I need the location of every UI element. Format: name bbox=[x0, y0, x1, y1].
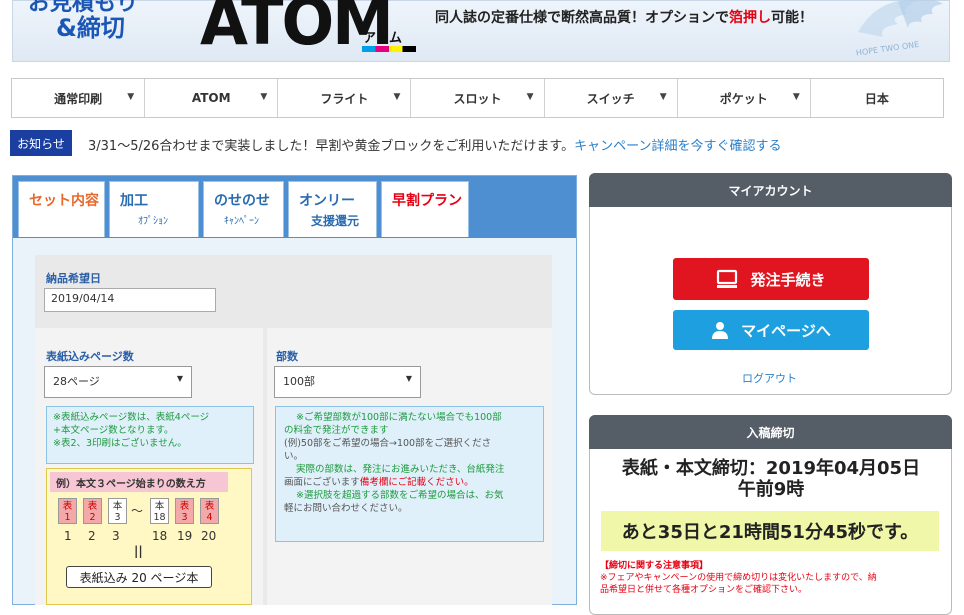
example-page-cover3: 表3 bbox=[175, 498, 194, 524]
chevron-down-icon: ▼ bbox=[405, 374, 412, 383]
example-page-body3: 本3 bbox=[108, 498, 127, 524]
nav-item-label: スロット bbox=[453, 91, 502, 106]
copies-note: ※ご希望部数が100部に満たない場合でも100部 の料金で発注ができます (例)… bbox=[275, 406, 544, 542]
header-tagline: 同人誌の定番仕様で断然高品質！オプションで箔押し可能！ bbox=[435, 10, 813, 26]
logo-line2: &締切 bbox=[56, 14, 125, 42]
deadline-title: 入稿締切 bbox=[589, 415, 952, 449]
pages-select[interactable]: 28ページ ▼ bbox=[44, 366, 192, 398]
account-title: マイアカウント bbox=[589, 173, 952, 207]
copies-label: 部数 bbox=[276, 350, 298, 363]
example-num: 20 bbox=[201, 529, 217, 543]
estimate-logo[interactable]: お見積もり &締切 bbox=[28, 0, 168, 40]
nav-item[interactable]: フライト ▼ bbox=[278, 79, 412, 117]
wing-emblem-icon: HOPE TWO ONE bbox=[855, 0, 943, 58]
tab-nosenose-campaign[interactable]: のせのせ ｷｬﾝﾍﾟｰﾝ bbox=[203, 181, 284, 237]
example-page-cover1: 表1 bbox=[58, 498, 77, 524]
example-num: 19 bbox=[177, 529, 193, 543]
nav-item[interactable]: 通常印刷 ▼ bbox=[12, 79, 146, 117]
nav-item[interactable]: ATOM ▼ bbox=[145, 79, 279, 117]
example-num: 1 bbox=[64, 529, 72, 543]
tab-only-support[interactable]: オンリー 支援還元 bbox=[288, 181, 377, 237]
deadline-note: 【締切に関する注意事項】 ※フェアやキャンペーンの使用で締め切りは変化いたします… bbox=[600, 561, 877, 595]
order-procedure-button[interactable]: 発注手続き bbox=[673, 258, 869, 300]
example-num: 2 bbox=[88, 529, 96, 543]
nav-item[interactable]: 日本 bbox=[811, 79, 943, 117]
example-result-label: 表紙込み 20 ページ本 bbox=[66, 566, 212, 588]
notice-text: 3/31〜5/26合わせまで実装しました！早割や黄金ブロックをご利用いただけます… bbox=[88, 139, 782, 154]
deadline-datetime: 表紙・本文締切：2019年04月05日 午前9時 bbox=[621, 458, 921, 500]
logout-link[interactable]: ログアウト bbox=[742, 370, 797, 386]
delivery-date-input[interactable]: 2019/04/14 bbox=[44, 288, 216, 312]
example-num: 18 bbox=[152, 529, 168, 543]
emblem-text: HOPE TWO ONE bbox=[855, 40, 919, 58]
example-title: 例）本文３ページ始まりの数え方 bbox=[50, 472, 228, 492]
chevron-down-icon: ▼ bbox=[260, 92, 268, 102]
atom-kana: アトム bbox=[363, 31, 403, 46]
pages-note: ※表紙込みページ数は、表紙4ページ +本文ページ数となります。 ※表2、3印刷は… bbox=[46, 406, 254, 464]
chevron-down-icon: ▼ bbox=[176, 374, 183, 383]
example-page-cover4: 表4 bbox=[200, 498, 219, 524]
monitor-icon bbox=[717, 269, 738, 288]
nav-item-label: ポケット bbox=[719, 91, 768, 106]
tab-early-plan[interactable]: 早割プラン bbox=[381, 181, 469, 237]
nav-item-label: スイッチ bbox=[586, 91, 635, 106]
category-nav: 通常印刷 ▼ ATOM ▼ フライト ▼ スロット ▼ スイッチ ▼ ポケット ▼ 日本 bbox=[11, 78, 944, 118]
nav-item-label: 日本 bbox=[864, 91, 889, 106]
nav-item-label: 通常印刷 bbox=[54, 91, 103, 106]
nav-item[interactable]: ポケット ▼ bbox=[678, 79, 811, 117]
pages-label: 表紙込みページ数 bbox=[46, 350, 134, 363]
chevron-down-icon: ▼ bbox=[526, 92, 534, 102]
example-page-cover2: 表2 bbox=[83, 498, 102, 524]
user-icon bbox=[712, 322, 729, 339]
example-page-body18: 本 18 bbox=[150, 498, 169, 524]
tagline-highlight: 箔押し bbox=[729, 10, 771, 26]
campaign-detail-link[interactable]: キャンペーン詳細を今すぐ確認する bbox=[574, 139, 781, 154]
notice-badge: お知らせ bbox=[10, 130, 72, 156]
example-equals: || bbox=[134, 544, 143, 558]
example-tilde: 〜 bbox=[131, 504, 144, 518]
delivery-date-label: 納品希望日 bbox=[46, 272, 101, 285]
deadline-countdown: あと35日と21時間51分45秒です。 bbox=[601, 511, 939, 551]
chevron-down-icon: ▼ bbox=[659, 92, 667, 102]
chevron-down-icon: ▼ bbox=[127, 92, 135, 102]
nav-item[interactable]: スイッチ ▼ bbox=[545, 79, 678, 117]
atom-color-bar bbox=[362, 46, 416, 52]
nav-item-label: フライト bbox=[320, 91, 369, 106]
tab-set-contents[interactable]: セット内容 bbox=[18, 181, 105, 237]
nav-item-label: ATOM bbox=[191, 91, 231, 105]
chevron-down-icon: ▼ bbox=[792, 92, 800, 102]
nav-item[interactable]: スロット ▼ bbox=[411, 79, 545, 117]
mypage-button[interactable]: マイページへ bbox=[673, 310, 869, 350]
tab-processing-options[interactable]: 加工 ｵﾌﾟｼｮﾝ bbox=[109, 181, 199, 237]
example-num: 3 bbox=[112, 529, 120, 543]
chevron-down-icon: ▼ bbox=[393, 92, 401, 102]
copies-select[interactable]: 100部 ▼ bbox=[274, 366, 421, 398]
